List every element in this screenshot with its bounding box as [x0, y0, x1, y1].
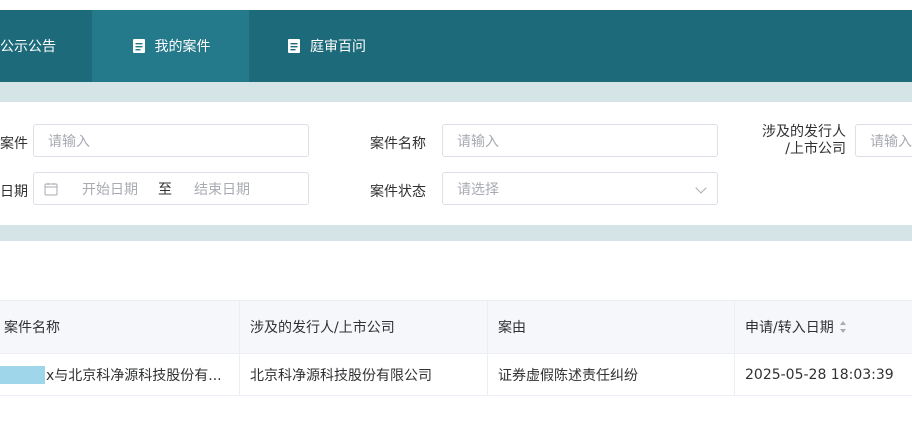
column-header-date[interactable]: 申请/转入日期: [735, 301, 912, 353]
column-header-case-name: 案件名称: [0, 301, 240, 353]
status-select[interactable]: 请选择: [442, 172, 718, 205]
section-divider: [0, 82, 912, 102]
date-separator: 至: [158, 181, 172, 198]
tab-announcements[interactable]: 公示公告: [0, 10, 92, 82]
date-label: 日期: [0, 184, 28, 200]
calendar-icon: [44, 182, 58, 196]
tab-my-cases[interactable]: 我的案件: [92, 10, 249, 82]
issuer-input[interactable]: 请输入: [855, 124, 912, 157]
case-name-input[interactable]: 请输入: [442, 124, 718, 157]
cause-cell: 证券虚假陈述责任纠纷: [488, 354, 735, 395]
redacted-block: [0, 366, 45, 384]
case-no-label: 案件: [0, 136, 28, 152]
date-range-picker[interactable]: 开始日期 至 结束日期: [33, 172, 309, 205]
sort-icon[interactable]: [839, 321, 846, 333]
tab-label: 我的案件: [154, 39, 211, 55]
tab-label: 公示公告: [0, 39, 56, 55]
case-no-input[interactable]: 请输入: [33, 124, 309, 157]
chevron-down-icon: [695, 182, 707, 194]
tab-trial-faq[interactable]: 庭审百问: [249, 10, 406, 82]
issuer-label: 涉及的发行人 /上市公司: [762, 124, 846, 157]
table-row[interactable]: x与北京科净源科技股份有... 北京科净源科技股份有限公司 证券虚假陈述责任纠纷…: [0, 354, 912, 396]
search-form: 案件 请输入 案件名称 请输入 涉及的发行人 /上市公司 请输入 日期 开始日期…: [0, 102, 912, 225]
document-icon: [131, 38, 147, 54]
column-header-cause: 案由: [488, 301, 735, 353]
date-start-input[interactable]: 开始日期: [82, 179, 138, 199]
date-end-input[interactable]: 结束日期: [194, 179, 250, 199]
tab-label: 庭审百问: [310, 39, 366, 55]
table-header: 案件名称 涉及的发行人/上市公司 案由 申请/转入日期: [0, 300, 912, 354]
top-nav: 公示公告 我的案件 庭审百问: [0, 10, 912, 82]
date-cell: 2025-05-28 18:03:39: [745, 366, 894, 383]
document-icon: [286, 38, 302, 54]
case-name-label: 案件名称: [370, 136, 426, 152]
section-divider: [0, 225, 912, 241]
case-name-cell[interactable]: x与北京科净源科技股份有...: [0, 354, 240, 395]
status-label: 案件状态: [370, 184, 426, 200]
column-header-issuer: 涉及的发行人/上市公司: [240, 301, 488, 353]
issuer-cell: 北京科净源科技股份有限公司: [240, 354, 488, 395]
